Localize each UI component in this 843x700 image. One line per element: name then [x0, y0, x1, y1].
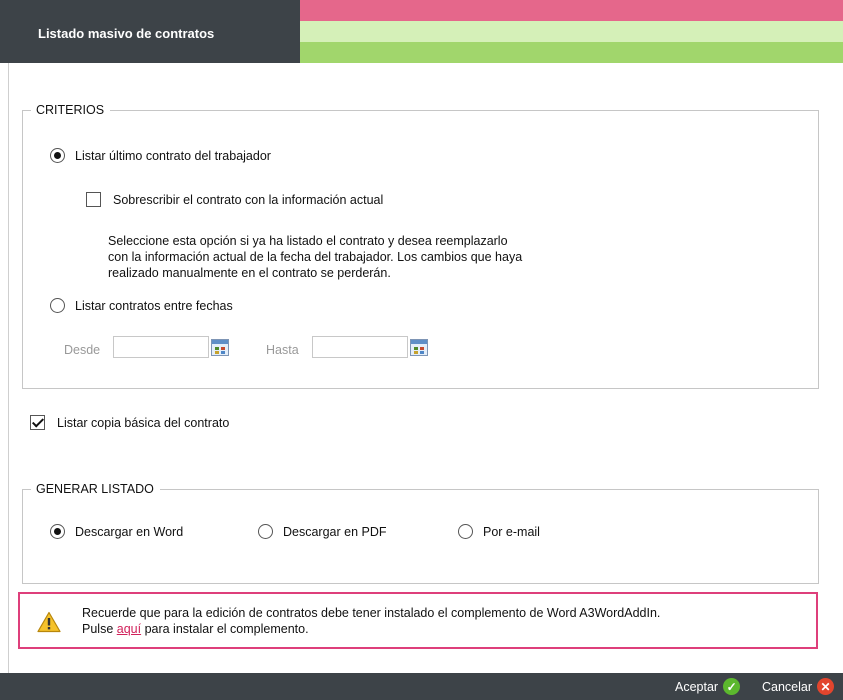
- radio-listar-ultimo-control[interactable]: [50, 148, 65, 163]
- check-circle-icon: ✓: [723, 678, 741, 695]
- accept-button-label: Aceptar: [675, 679, 719, 694]
- radio-descargar-pdf-control[interactable]: [258, 524, 273, 539]
- radio-listar-ultimo-label: Listar último contrato del trabajador: [75, 148, 271, 163]
- warning-line-1: Recuerde que para la edición de contrato…: [82, 606, 661, 620]
- sobrescribir-description: Seleccione esta opción si ya ha listado …: [108, 233, 648, 281]
- checkbox-sobrescribir-label: Sobrescribir el contrato con la informac…: [113, 192, 384, 207]
- dialog-title: Listado masivo de contratos: [0, 0, 300, 63]
- warning-message: Recuerde que para la edición de contrato…: [82, 605, 660, 637]
- cancel-button[interactable]: Cancelar ✕: [762, 678, 835, 695]
- radio-por-email[interactable]: Por e-mail: [458, 524, 540, 539]
- radio-descargar-word-label: Descargar en Word: [75, 524, 184, 539]
- radio-descargar-word[interactable]: Descargar en Word: [50, 524, 183, 539]
- radio-por-email-label: Por e-mail: [483, 524, 540, 539]
- radio-listar-ultimo[interactable]: Listar último contrato del trabajador: [50, 148, 271, 163]
- hasta-label: Hasta: [266, 343, 299, 357]
- accept-button[interactable]: Aceptar ✓: [675, 678, 741, 695]
- radio-descargar-word-control[interactable]: [50, 524, 65, 539]
- desde-date-input[interactable]: [113, 336, 209, 358]
- header-stripe-green: [300, 42, 843, 63]
- radio-listar-fechas[interactable]: Listar contratos entre fechas: [50, 298, 233, 313]
- warning-triangle-icon: [37, 611, 61, 636]
- desde-label: Desde: [64, 343, 101, 357]
- checkbox-sobrescribir[interactable]: Sobrescribir el contrato con la informac…: [86, 192, 383, 207]
- dialog-footer: Aceptar ✓ Cancelar ✕: [0, 673, 843, 700]
- radio-listar-fechas-label: Listar contratos entre fechas: [75, 298, 233, 313]
- install-addin-link[interactable]: aquí: [117, 622, 141, 636]
- warning-line-2-prefix: Pulse: [82, 622, 117, 636]
- addin-warning-box: Recuerde que para la edición de contrato…: [18, 592, 818, 649]
- close-circle-icon: ✕: [817, 678, 835, 695]
- description-line: Seleccione esta opción si ya ha listado …: [108, 234, 508, 248]
- description-line: realizado manualmente en el contrato se …: [108, 266, 391, 280]
- criterios-legend: CRITERIOS: [31, 103, 111, 118]
- radio-listar-fechas-control[interactable]: [50, 298, 65, 313]
- radio-descargar-pdf[interactable]: Descargar en PDF: [258, 524, 387, 539]
- checkbox-copia-basica-label: Listar copia básica del contrato: [57, 415, 230, 430]
- generar-legend: GENERAR LISTADO: [31, 482, 160, 497]
- radio-descargar-pdf-label: Descargar en PDF: [283, 524, 387, 539]
- hasta-date-input[interactable]: [312, 336, 408, 358]
- cancel-button-label: Cancelar: [762, 679, 813, 694]
- dialog-header: Listado masivo de contratos: [0, 0, 843, 63]
- header-stripe-pink: [300, 0, 843, 21]
- hasta-calendar-icon[interactable]: [410, 339, 428, 356]
- header-stripe-light-green: [300, 21, 843, 42]
- radio-por-email-control[interactable]: [458, 524, 473, 539]
- description-line: con la información actual de la fecha de…: [108, 250, 523, 264]
- warning-line-2-suffix: para instalar el complemento.: [141, 622, 309, 636]
- checkbox-copia-basica-control[interactable]: [30, 415, 45, 430]
- left-border: [8, 63, 9, 673]
- desde-calendar-icon[interactable]: [211, 339, 229, 356]
- checkbox-copia-basica[interactable]: Listar copia básica del contrato: [30, 415, 229, 430]
- checkbox-sobrescribir-control[interactable]: [86, 192, 101, 207]
- warning-line-2: Pulse aquí para instalar el complemento.: [82, 621, 660, 637]
